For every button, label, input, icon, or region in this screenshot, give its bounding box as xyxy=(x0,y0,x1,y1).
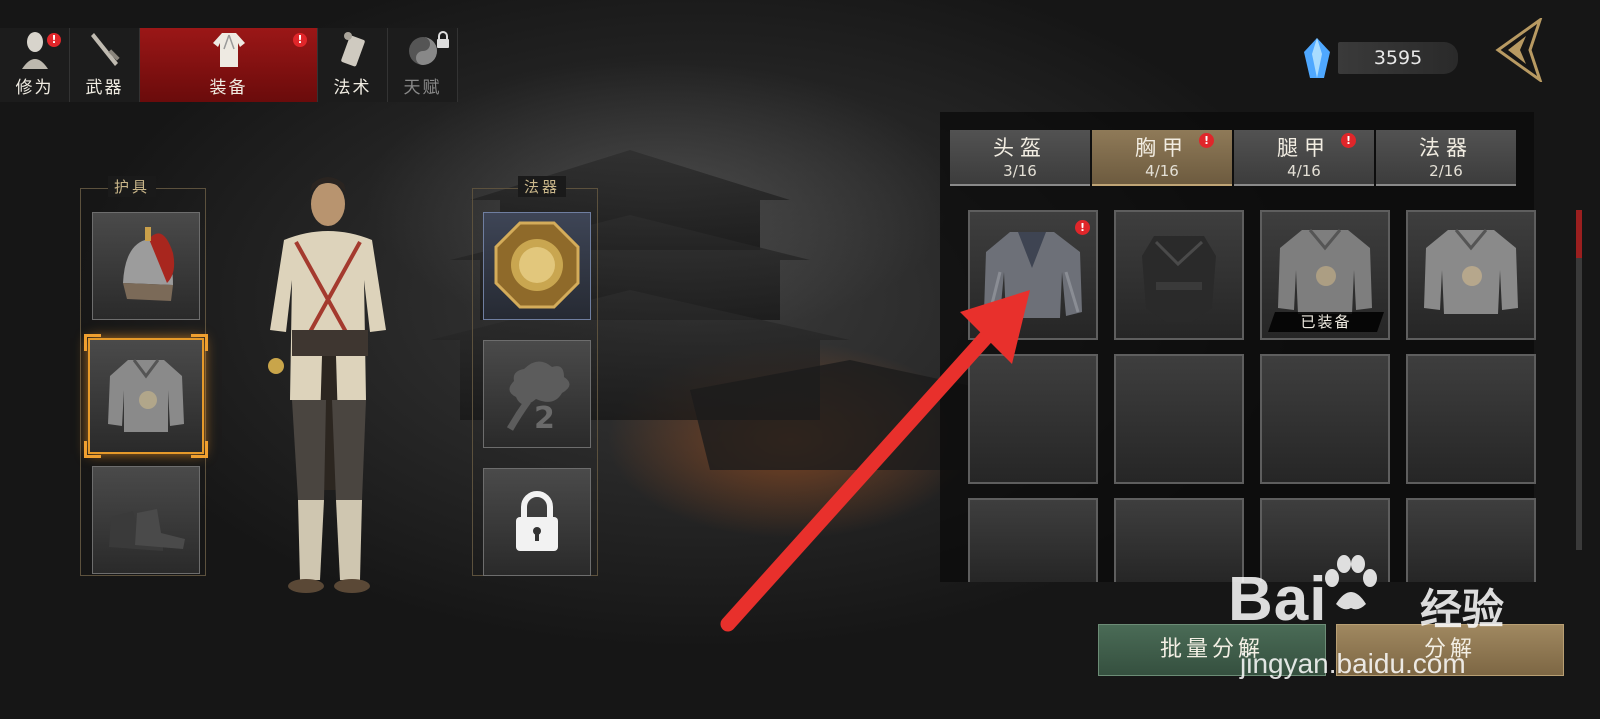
selection-corner xyxy=(84,334,101,351)
spell-scroll-icon xyxy=(340,32,365,67)
weapon-icon xyxy=(90,33,120,66)
black-leather-armor-icon xyxy=(1142,236,1216,322)
character-model xyxy=(268,177,386,593)
tab-label: 装备 xyxy=(209,78,248,98)
tab-talent[interactable]: 天赋 xyxy=(388,28,458,102)
boots-icon xyxy=(109,509,185,551)
chest-armor-icon xyxy=(108,359,184,432)
inventory-slot-empty[interactable] xyxy=(1406,498,1536,582)
scrollbar-thumb[interactable] xyxy=(1576,210,1582,258)
inventory-slot-empty[interactable] xyxy=(1260,354,1390,484)
category-tab-artifact[interactable]: 法器 2/16 xyxy=(1376,130,1516,186)
tab-label: 天赋 xyxy=(403,78,442,98)
decompose-button[interactable]: 分解 xyxy=(1336,624,1564,676)
inventory-slot-black-armor[interactable] xyxy=(1114,210,1244,340)
category-count: 2/16 xyxy=(1429,162,1463,180)
category-tab-chest[interactable]: 胸甲 4/16 ! xyxy=(1092,130,1232,186)
boots-slot[interactable] xyxy=(92,466,200,574)
tab-weapon[interactable]: 武器 xyxy=(70,28,140,102)
category-tab-helmet[interactable]: 头盔 3/16 xyxy=(950,130,1090,186)
category-count: 4/16 xyxy=(1287,162,1321,180)
plate-armor-icon xyxy=(1424,229,1518,314)
cultivation-icon xyxy=(21,32,48,69)
top-nav: ! 修为 武器 ! 装备 法术 天赋 xyxy=(0,28,458,102)
crystal-gem-icon xyxy=(1304,38,1330,78)
category-count: 4/16 xyxy=(1145,162,1179,180)
alert-badge: ! xyxy=(1199,133,1214,148)
selection-corner xyxy=(191,441,208,458)
tab-label: 法术 xyxy=(333,78,372,98)
currency-value: 3595 xyxy=(1338,42,1458,74)
inventory-slot-grey-robe[interactable]: ! xyxy=(968,210,1098,340)
alert-badge: ! xyxy=(293,33,307,47)
tab-label: 修为 xyxy=(15,78,54,98)
inventory-slot-plate-armor-2[interactable] xyxy=(1406,210,1536,340)
bagua-mirror-icon xyxy=(494,221,580,309)
inventory-scrollbar[interactable] xyxy=(1576,210,1582,550)
tab-label: 武器 xyxy=(85,78,124,98)
tab-spell[interactable]: 法术 xyxy=(318,28,388,102)
selection-corner xyxy=(84,441,101,458)
alert-badge: ! xyxy=(47,33,61,47)
inventory-slot-empty[interactable] xyxy=(1114,498,1244,582)
inventory-slot-empty[interactable] xyxy=(1406,354,1536,484)
lock-icon xyxy=(516,491,558,551)
inventory-slot-empty[interactable] xyxy=(1260,498,1390,582)
helmet-icon xyxy=(123,227,175,301)
category-label: 头盔 xyxy=(993,136,1047,160)
inventory-slot-empty[interactable] xyxy=(968,498,1098,582)
artifact-panel-title: 法器 xyxy=(518,176,567,197)
inventory-slot-plate-armor-equipped[interactable]: 已装备 xyxy=(1260,210,1390,340)
inventory-slot-empty[interactable] xyxy=(968,354,1098,484)
alert-badge: ! xyxy=(1341,133,1356,148)
artifact-slot-3-locked[interactable] xyxy=(483,468,591,576)
inventory-slot-empty[interactable] xyxy=(1114,354,1244,484)
slot-number: 2 xyxy=(534,401,555,436)
batch-decompose-button[interactable]: 批量分解 xyxy=(1098,624,1326,676)
category-label: 法器 xyxy=(1419,136,1473,160)
tab-cultivation[interactable]: ! 修为 xyxy=(0,28,70,102)
category-count: 3/16 xyxy=(1003,162,1037,180)
currency-display: 3595 xyxy=(1300,36,1458,80)
equipment-inventory-panel: 头盔 3/16 胸甲 4/16 ! 腿甲 4/16 ! 法器 2/16 ! 已装… xyxy=(940,112,1536,582)
tab-equipment[interactable]: ! 装备 xyxy=(140,28,318,102)
armor-panel-title: 护具 xyxy=(108,176,157,197)
selection-corner xyxy=(191,334,208,351)
artifact-slot-1[interactable] xyxy=(483,212,591,320)
equipment-robe-icon xyxy=(212,33,245,67)
alert-badge: ! xyxy=(1075,220,1090,235)
category-tab-legs[interactable]: 腿甲 4/16 ! xyxy=(1234,130,1374,186)
helmet-slot[interactable] xyxy=(92,212,200,320)
lock-icon xyxy=(437,31,449,48)
equipped-label: 已装备 xyxy=(1268,312,1384,332)
artifact-slot-2[interactable]: 2 xyxy=(483,340,591,448)
back-button[interactable] xyxy=(1490,18,1546,82)
chest-slot[interactable] xyxy=(84,334,208,458)
